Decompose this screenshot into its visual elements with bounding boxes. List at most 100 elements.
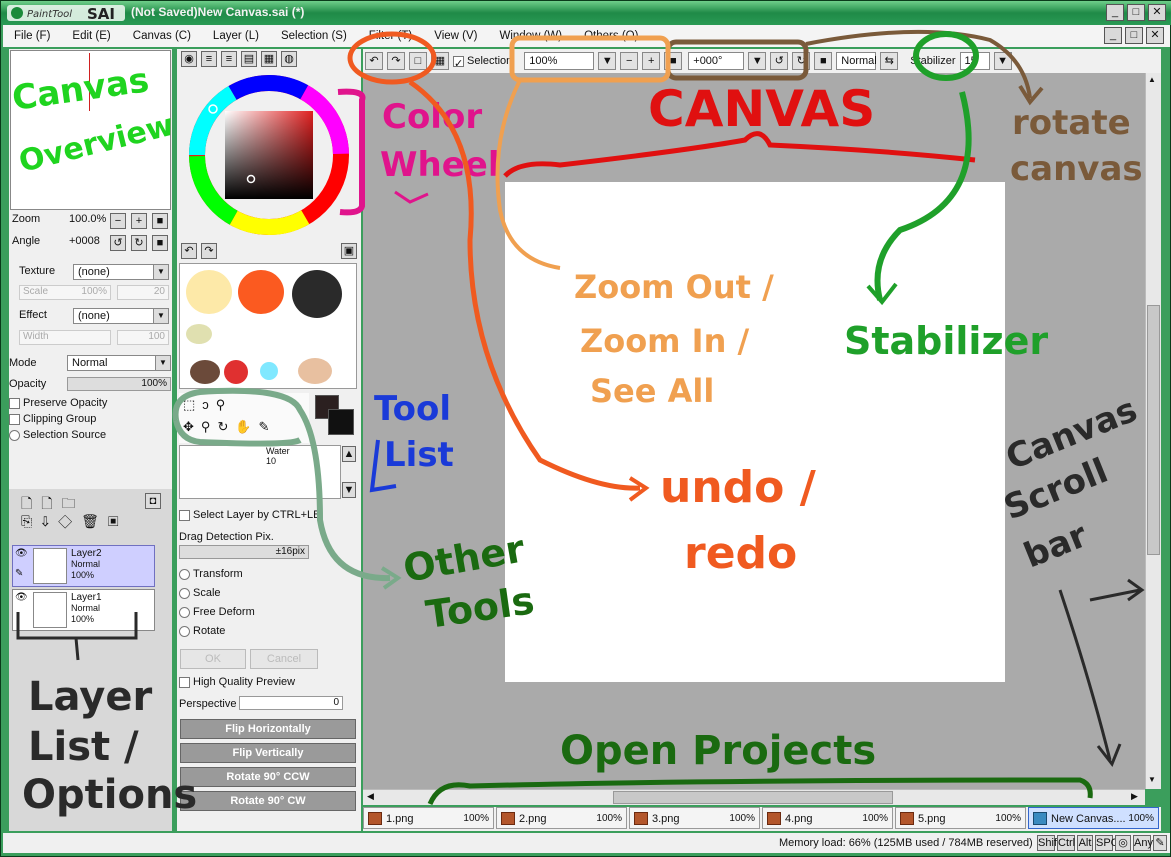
zoom-tool-icon[interactable]: ⚲ xyxy=(201,419,218,434)
see-all-button[interactable]: ■ xyxy=(664,52,683,70)
navigator-preview[interactable] xyxy=(10,50,171,210)
color-swatches[interactable] xyxy=(179,263,357,389)
swatch-brown[interactable] xyxy=(190,360,220,384)
menu-edit[interactable]: Edit (E) xyxy=(61,30,121,42)
scale-num[interactable]: 20 xyxy=(117,285,169,300)
layer-row-2[interactable]: 👁 ✎ Layer2 Normal 100% xyxy=(12,545,155,587)
menu-window[interactable]: Window (W) xyxy=(488,30,573,42)
zoom-fit-button[interactable]: ■ xyxy=(152,213,168,229)
rotate-left-button[interactable]: ↺ xyxy=(770,52,789,70)
mdi-close-button[interactable]: ✕ xyxy=(1146,27,1164,44)
eye-icon[interactable]: 👁 xyxy=(15,548,28,559)
tab-4-png[interactable]: 4.png 100% xyxy=(762,807,893,829)
rotate-reset-button[interactable]: ■ xyxy=(814,52,833,70)
scroll-down-icon[interactable]: ▼ xyxy=(1148,775,1156,784)
scroll-left-icon[interactable]: ◀ xyxy=(367,791,374,802)
texture-select[interactable]: (none) ▼ xyxy=(73,264,169,280)
mixer-tab-icon[interactable]: ▤ xyxy=(241,51,257,67)
zoom-dropdown-icon[interactable]: ▼ xyxy=(598,52,617,70)
background-color[interactable] xyxy=(328,409,354,435)
color-wheel-tab-icon[interactable]: ◉ xyxy=(181,51,197,67)
move-tool-icon[interactable]: ✥ xyxy=(183,419,201,434)
scale-radio[interactable]: Scale xyxy=(179,587,221,599)
hq-preview-checkbox[interactable]: High Quality Preview xyxy=(179,676,295,688)
perspective-slider[interactable]: 0 xyxy=(239,696,343,710)
horizontal-scrollbar[interactable]: ◀ ▶ xyxy=(363,789,1145,805)
menu-file[interactable]: File (F) xyxy=(3,30,61,42)
selection-checkbox[interactable]: ✓ Selection xyxy=(453,55,512,70)
rgb-slider-tab-icon[interactable]: ≡ xyxy=(201,51,217,67)
swatch-menu-icon[interactable]: ▣ xyxy=(341,243,357,259)
zoom-select[interactable]: 100% xyxy=(524,52,595,70)
swatch-undo-icon[interactable]: ↶ xyxy=(181,243,197,259)
free-deform-radio[interactable]: Free Deform xyxy=(179,606,255,618)
transform-radio[interactable]: Transform xyxy=(179,568,243,580)
zoom-in-button[interactable]: + xyxy=(642,52,661,70)
ok-button[interactable]: OK xyxy=(180,649,246,669)
brush-scroll-down-icon[interactable]: ▼ xyxy=(342,482,356,498)
brush-list[interactable]: Water 10 ▲ ▼ xyxy=(179,445,356,499)
menu-selection[interactable]: Selection (S) xyxy=(270,30,358,42)
swatch-tab-icon[interactable]: ▦ xyxy=(261,51,277,67)
scroll-right-icon[interactable]: ▶ xyxy=(1131,791,1138,802)
any-key[interactable]: Any xyxy=(1133,835,1153,851)
mdi-restore-button[interactable]: □ xyxy=(1125,27,1143,44)
brush-scroll-up-icon[interactable]: ▲ xyxy=(342,446,356,462)
menu-canvas[interactable]: Canvas (C) xyxy=(122,30,202,42)
scroll-up-icon[interactable]: ▲ xyxy=(1148,75,1156,84)
tab-2-png[interactable]: 2.png 100% xyxy=(496,807,627,829)
eye-icon[interactable]: 👁 xyxy=(15,592,28,603)
tab-3-png[interactable]: 3.png 100% xyxy=(629,807,760,829)
deselect-button[interactable]: □ xyxy=(409,52,427,70)
swatch-cyan[interactable] xyxy=(260,362,278,380)
zoom-in-button[interactable]: + xyxy=(131,213,147,229)
rotate-cw-button[interactable]: ↻ xyxy=(131,235,147,251)
swatch-redo-icon[interactable]: ↷ xyxy=(201,243,217,259)
menu-filter[interactable]: Filter (T) xyxy=(358,30,423,42)
flip-vertical-button[interactable]: Flip Vertically xyxy=(180,743,356,763)
zoom-out-button[interactable]: − xyxy=(110,213,126,229)
minimize-button[interactable]: _ xyxy=(1106,4,1124,21)
rotate-ccw-90-button[interactable]: Rotate 90° CCW xyxy=(180,767,356,787)
target-icon[interactable]: ◎ xyxy=(1115,835,1131,851)
copy-layer-icon[interactable]: ⎘ xyxy=(21,513,41,529)
select-layer-checkbox[interactable]: Select Layer by CTRL+LB xyxy=(179,509,320,521)
menu-others[interactable]: Others (O) xyxy=(573,30,649,42)
layer-mask-button[interactable]: ◘ xyxy=(145,493,161,509)
new-folder-icon[interactable]: 🗀 xyxy=(62,495,85,511)
new-layer-icon[interactable]: 🗋 xyxy=(21,495,41,511)
erase-layer-icon[interactable]: ◇ xyxy=(58,513,81,529)
drag-detection-slider[interactable]: ±16pix xyxy=(179,545,309,559)
shift-key[interactable]: Shift xyxy=(1037,835,1060,851)
mdi-minimize-button[interactable]: _ xyxy=(1104,27,1122,44)
close-button[interactable]: ✕ xyxy=(1148,4,1166,21)
maximize-button[interactable]: □ xyxy=(1127,4,1145,21)
swatch-black[interactable] xyxy=(292,270,342,318)
pen-icon[interactable]: ✎ xyxy=(1153,835,1167,851)
width-field[interactable]: Width xyxy=(19,330,111,345)
ctrl-key[interactable]: Ctrl xyxy=(1057,835,1075,851)
layer-row-1[interactable]: 👁 Layer1 Normal 100% xyxy=(12,589,155,631)
clipping-group-checkbox[interactable]: Clipping Group xyxy=(9,413,96,425)
scratchpad-tab-icon[interactable]: ◍ xyxy=(281,51,297,67)
undo-button[interactable]: ↶ xyxy=(365,52,383,70)
color-wheel[interactable] xyxy=(185,71,353,239)
rotate-right-button[interactable]: ↻ xyxy=(792,52,811,70)
flip-view-button[interactable]: ⇆ xyxy=(880,52,899,70)
tab-new-canvas[interactable]: New Canvas.... 100% xyxy=(1028,807,1159,829)
canvas-paper[interactable] xyxy=(505,182,1005,682)
horizontal-scroll-thumb[interactable] xyxy=(613,791,893,804)
zoom-out-button[interactable]: − xyxy=(620,52,639,70)
select-tool-icon[interactable]: ⬚ xyxy=(183,397,202,412)
view-mode-select[interactable]: Normal xyxy=(836,52,877,70)
swatch-red[interactable] xyxy=(224,360,248,384)
menu-layer[interactable]: Layer (L) xyxy=(202,30,270,42)
swatch-skin[interactable] xyxy=(298,358,332,384)
rotate-reset-button[interactable]: ■ xyxy=(152,235,168,251)
alt-key[interactable]: Alt xyxy=(1077,835,1093,851)
hand-tool-icon[interactable]: ✋ xyxy=(235,419,258,434)
rotate-tool-icon[interactable]: ↻ xyxy=(217,419,235,434)
rotate-cw-90-button[interactable]: Rotate 90° CW xyxy=(180,791,356,811)
merge-down-icon[interactable]: ⇩ xyxy=(41,513,58,529)
width-num[interactable]: 100 xyxy=(117,330,169,345)
